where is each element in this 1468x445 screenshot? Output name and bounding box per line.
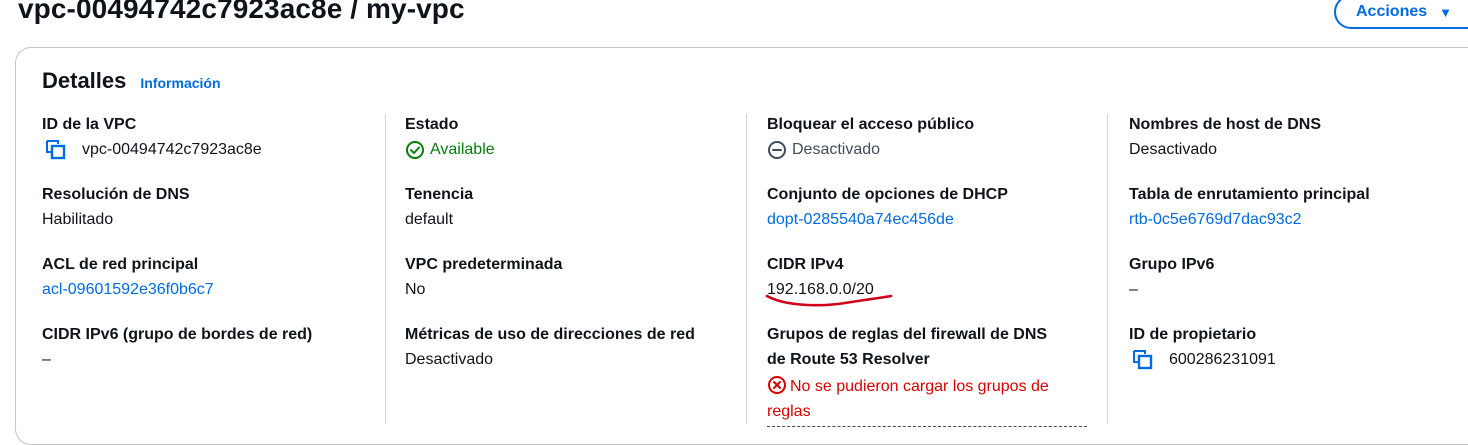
field-ipv6-pool: Grupo IPv6 –: [1129, 255, 1214, 300]
actions-button[interactable]: Acciones ▼: [1334, 0, 1468, 29]
field-block-public-access: Bloquear el acceso público Desactivado: [767, 115, 974, 160]
copy-icon[interactable]: [45, 140, 67, 160]
field-label-line-1: Grupos de reglas del firewall de DNS: [767, 326, 1048, 343]
field-label: Tabla de enrutamiento principal: [1129, 186, 1370, 203]
info-link[interactable]: Información: [140, 75, 220, 91]
red-underline-annotation: [765, 294, 893, 307]
field-ipv4-cidr: CIDR IPv4 192.168.0.0/20: [765, 255, 893, 307]
rule-groups-error: No se pudieron cargar los grupos de regl…: [767, 374, 1087, 427]
actions-button-label: Acciones: [1356, 3, 1428, 20]
field-label: CIDR IPv4: [767, 256, 844, 273]
field-value: Habilitado: [42, 211, 114, 228]
page-title: vpc-00494742c7923ac8e / my-vpc: [18, 0, 465, 24]
field-label: CIDR IPv6 (grupo de bordes de red): [42, 326, 313, 343]
field-label: ACL de red principal: [42, 256, 199, 273]
field-label: ID de la VPC: [42, 116, 137, 133]
field-default-vpc: VPC predeterminada No: [405, 255, 562, 300]
field-label: ID de propietario: [1129, 326, 1257, 343]
field-label: Métricas de uso de direcciones de red: [405, 326, 695, 343]
field-dhcp-option-set: Conjunto de opciones de DHCP dopt-028554…: [767, 185, 1008, 230]
field-owner-id: ID de propietario 600286231091: [1129, 325, 1276, 370]
field-ipv6-cidr-border-group: CIDR IPv6 (grupo de bordes de red) –: [42, 325, 312, 370]
field-main-route-table: Tabla de enrutamiento principal rtb-0c5e…: [1129, 185, 1370, 230]
column-divider: [1107, 114, 1108, 424]
check-circle-icon: [406, 141, 424, 159]
rule-groups-error-text: No se pudieron cargar los grupos de regl…: [767, 378, 1049, 420]
block-public-access-value: Desactivado: [792, 141, 881, 158]
acl-link[interactable]: acl-09601592e36f0b6c7: [42, 280, 214, 300]
column-divider: [746, 114, 747, 424]
column-divider: [385, 114, 386, 424]
field-label: Conjunto de opciones de DHCP: [767, 186, 1008, 203]
field-route53-resolver-firewall-rule-groups: Grupos de reglas del firewall de DNS de …: [767, 325, 1087, 427]
field-value: –: [1129, 281, 1138, 298]
field-label: Tenencia: [405, 186, 474, 203]
error-circle-icon: [768, 376, 786, 394]
dhcp-options-link[interactable]: dopt-0285540a74ec456de: [767, 210, 1008, 230]
minus-circle-icon: [768, 141, 786, 159]
field-value: No: [405, 281, 426, 298]
field-label: Grupo IPv6: [1129, 256, 1215, 273]
field-dns-hostnames: Nombres de host de DNS Desactivado: [1129, 115, 1321, 160]
field-vpc-id: ID de la VPC vpc-00494742c7923ac8e: [42, 115, 262, 160]
field-network-address-usage-metrics: Métricas de uso de direcciones de red De…: [405, 325, 695, 370]
route-table-link[interactable]: rtb-0c5e6769d7dac93c2: [1129, 210, 1370, 230]
field-label: Estado: [405, 116, 459, 133]
details-card: [15, 47, 1468, 445]
field-label: Nombres de host de DNS: [1129, 116, 1322, 133]
vpc-details-page: vpc-00494742c7923ac8e / my-vpc Acciones …: [0, 0, 1468, 445]
details-title: Detalles: [42, 68, 127, 93]
details-header: Detalles Información: [42, 68, 221, 94]
copy-icon[interactable]: [1132, 350, 1154, 370]
state-value: Available: [430, 141, 495, 158]
field-label: VPC predeterminada: [405, 256, 563, 273]
field-state: Estado Available: [405, 115, 495, 160]
caret-down-icon: ▼: [1439, 4, 1453, 20]
field-value: Desactivado: [405, 351, 494, 368]
owner-id-value: 600286231091: [1169, 351, 1276, 368]
field-value: default: [405, 211, 454, 228]
field-label: Resolución de DNS: [42, 186, 190, 203]
field-value: Desactivado: [1129, 141, 1218, 158]
field-label: Bloquear el acceso público: [767, 116, 975, 133]
field-tenancy: Tenencia default: [405, 185, 473, 230]
vpc-id-value: vpc-00494742c7923ac8e: [82, 141, 262, 158]
field-label-line-2: de Route 53 Resolver: [767, 351, 930, 368]
field-value: –: [42, 351, 51, 368]
field-dns-resolution: Resolución de DNS Habilitado: [42, 185, 190, 230]
field-main-acl: ACL de red principal acl-09601592e36f0b6…: [42, 255, 214, 300]
